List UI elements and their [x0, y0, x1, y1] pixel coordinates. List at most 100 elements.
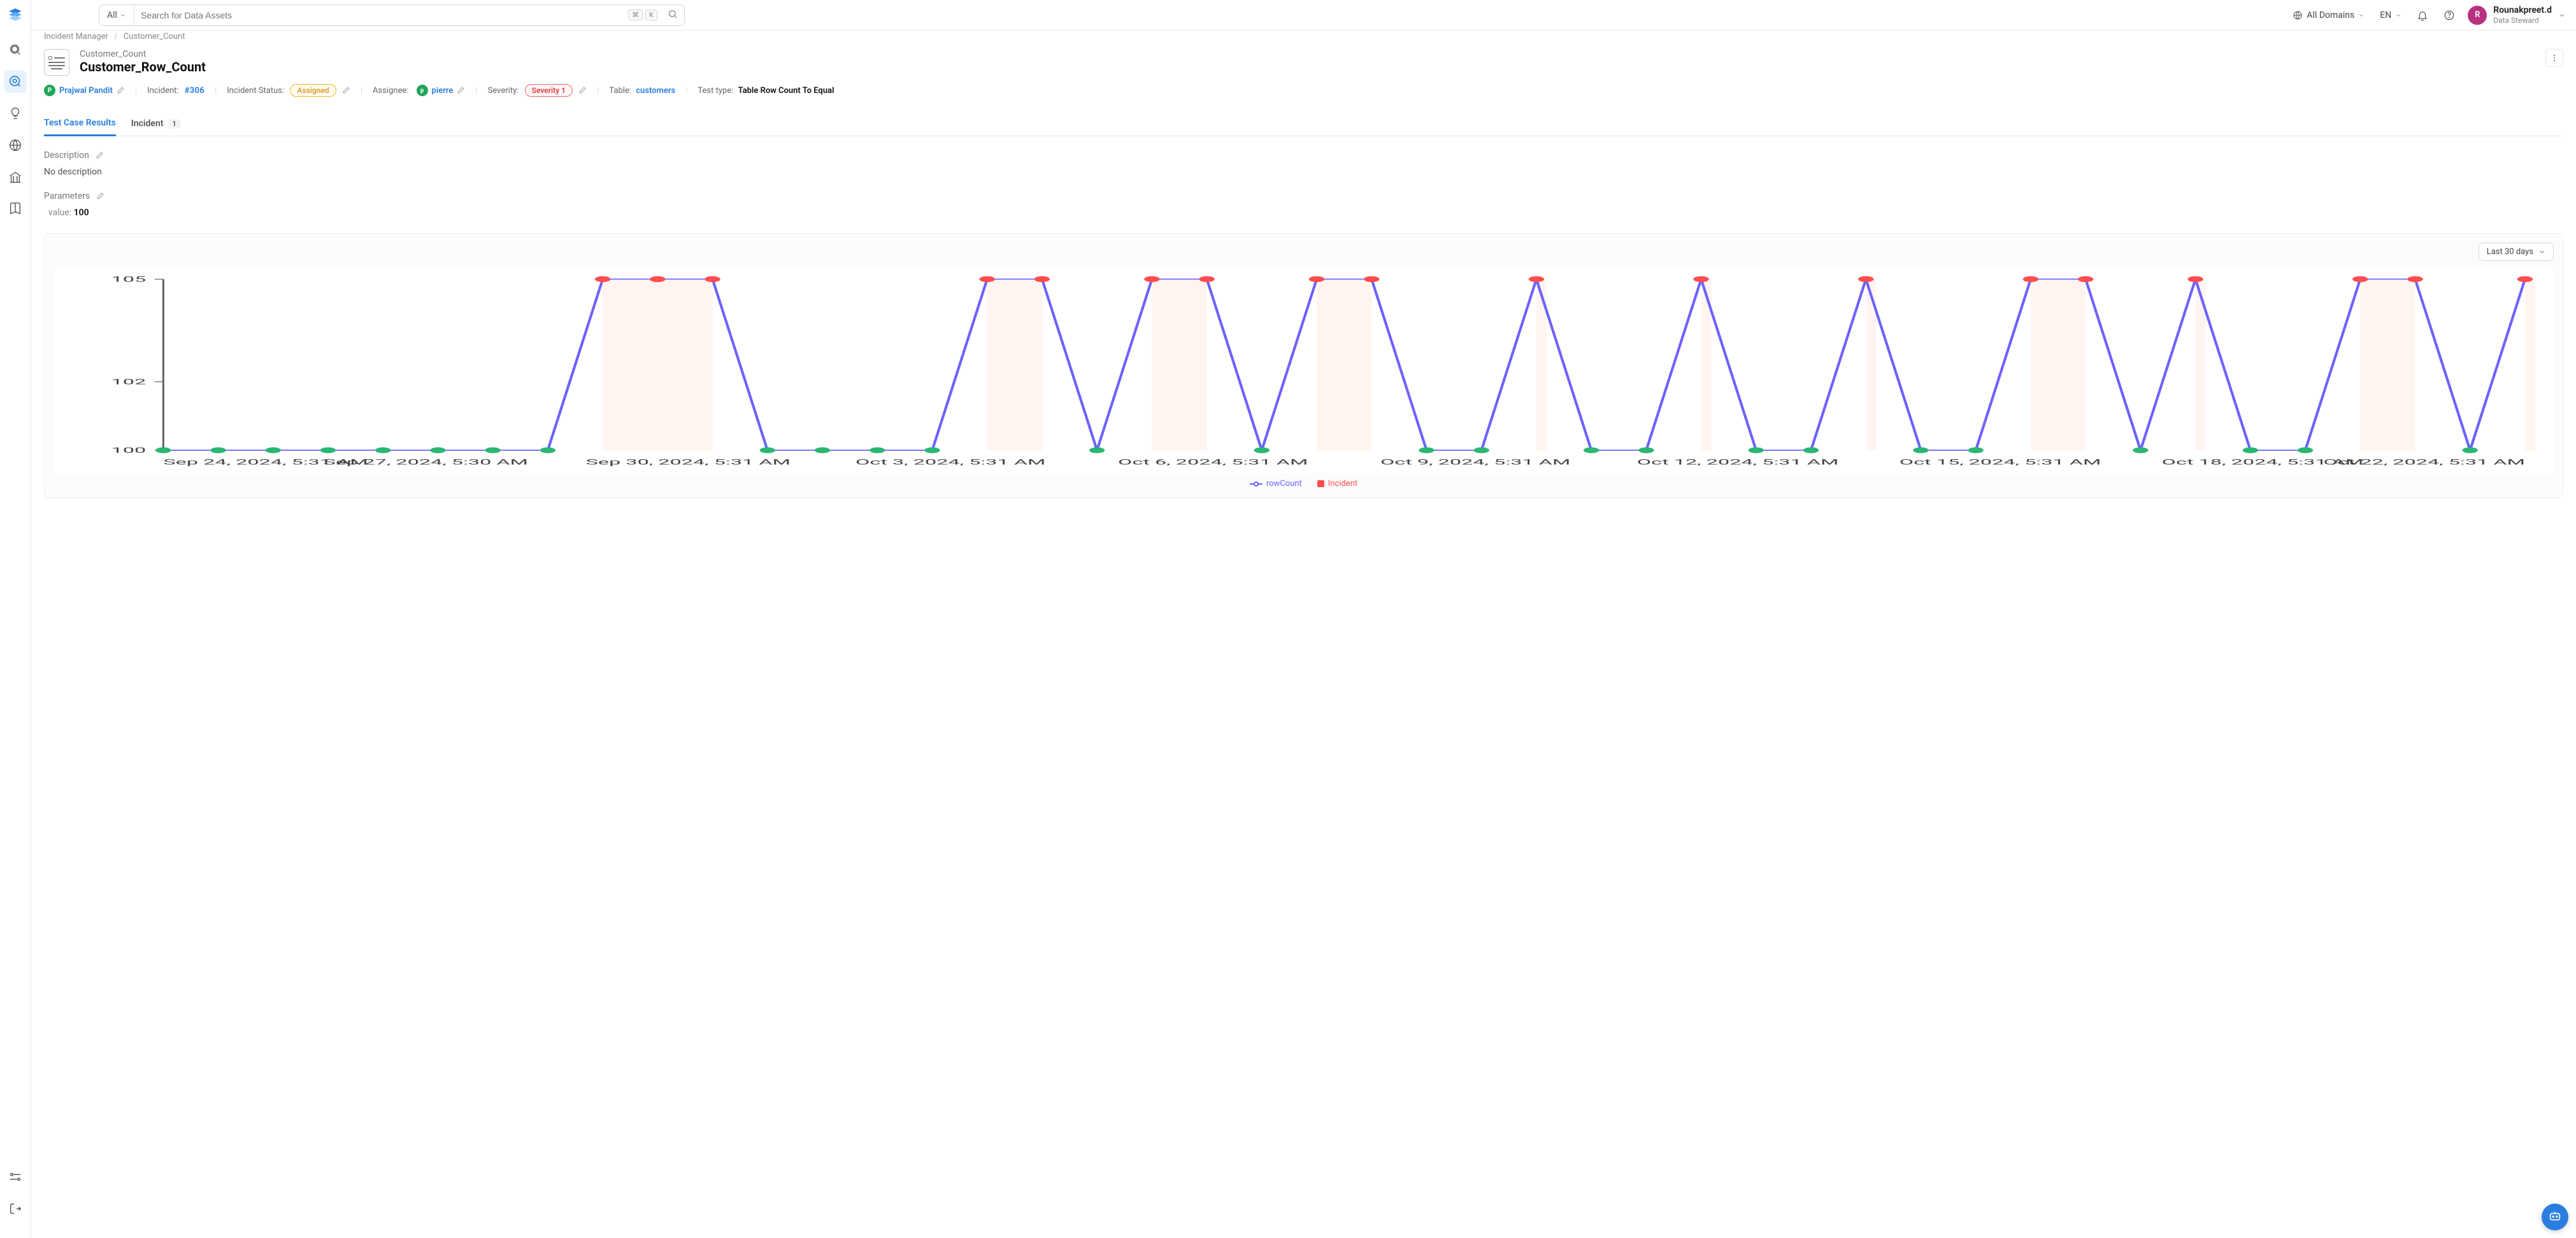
assignee-avatar: p [417, 85, 428, 96]
assignee-label: Assignee: [373, 86, 408, 96]
table-label: Table: [609, 86, 631, 96]
chevron-down-icon [120, 12, 126, 18]
chevron-down-icon [2538, 248, 2545, 255]
svg-text:Oct 22, 2024, 5:31 AM: Oct 22, 2024, 5:31 AM [2323, 458, 2525, 467]
language-selector[interactable]: EN [2377, 6, 2404, 24]
user-menu[interactable]: R Rounakpreet.d Data Steward [2468, 5, 2566, 25]
chevron-down-icon [2358, 12, 2365, 18]
incident-tab-count: 1 [168, 119, 180, 129]
parameters-header: Parameters [44, 191, 2563, 201]
incident-status-badge: Assigned [290, 84, 336, 97]
testtype-label: Test type: [698, 86, 733, 96]
pencil-icon [578, 86, 587, 94]
entity-type-icon [44, 49, 69, 76]
description-header: Description [44, 150, 2563, 160]
nav-glossary-icon[interactable] [4, 197, 27, 220]
app-logo[interactable] [7, 6, 24, 25]
pencil-icon [96, 151, 104, 159]
pencil-icon [96, 192, 104, 200]
domain-selector[interactable]: All Domains [2290, 6, 2367, 24]
search-scope-dropdown[interactable]: All [99, 5, 134, 25]
page-title: Customer_Row_Count [80, 59, 206, 75]
nav-logout-icon[interactable] [4, 1197, 27, 1220]
svg-text:Oct 3, 2024, 5:31 AM: Oct 3, 2024, 5:31 AM [855, 458, 1045, 467]
svg-text:105: 105 [111, 274, 147, 284]
nav-domain-icon[interactable] [4, 134, 27, 157]
svg-text:100: 100 [111, 446, 147, 455]
bell-icon [2417, 10, 2428, 21]
nav-insights-icon[interactable] [4, 102, 27, 125]
time-range-label: Last 30 days [2487, 247, 2533, 257]
chart-panel: Last 30 days 100102105Sep 24, 2024, 5:31… [44, 233, 2563, 498]
topbar: All ⌘ K All Domains EN [31, 0, 2576, 31]
owner-name[interactable]: Prajwal Pandit [59, 86, 113, 96]
svg-text:Oct 6, 2024, 5:31 AM: Oct 6, 2024, 5:31 AM [1118, 458, 1308, 467]
chevron-down-icon [2395, 12, 2401, 18]
domain-selector-label: All Domains [2307, 10, 2354, 20]
chat-assistant-button[interactable] [2542, 1204, 2568, 1230]
chevron-down-icon [2558, 11, 2566, 19]
parameter-row: value: 100 [44, 208, 2563, 218]
help-icon [2444, 10, 2455, 21]
chat-icon [2548, 1210, 2562, 1224]
incident-label: Incident: [147, 86, 179, 96]
time-range-selector[interactable]: Last 30 days [2479, 243, 2554, 261]
pencil-icon [457, 86, 465, 94]
breadcrumb-item[interactable]: Customer_Count [124, 32, 185, 41]
svg-text:Sep 27, 2024, 5:30 AM: Sep 27, 2024, 5:30 AM [324, 458, 528, 467]
chart-area: 100102105Sep 24, 2024, 5:31 AMSep 27, 20… [54, 266, 2554, 474]
breadcrumb: Incident Manager / Customer_Count [44, 31, 2563, 49]
user-role: Data Steward [2493, 16, 2552, 25]
rowcount-chart: 100102105Sep 24, 2024, 5:31 AMSep 27, 20… [60, 273, 2542, 470]
tabs: Test Case Results Incident 1 [44, 111, 2563, 136]
user-avatar: R [2468, 6, 2487, 25]
search-icon[interactable] [661, 9, 684, 22]
table-link[interactable]: customers [636, 86, 675, 96]
sidebar-nav [0, 0, 31, 1238]
language-label: EN [2380, 10, 2391, 20]
svg-text:Oct 15, 2024, 5:31 AM: Oct 15, 2024, 5:31 AM [1900, 458, 2101, 467]
help-button[interactable] [2441, 6, 2458, 25]
edit-severity-button[interactable] [578, 86, 587, 96]
svg-text:Oct 12, 2024, 5:31 AM: Oct 12, 2024, 5:31 AM [1637, 458, 1839, 467]
search-input[interactable] [134, 5, 628, 25]
nav-governance-icon[interactable] [4, 166, 27, 189]
legend-rowcount-marker [1250, 481, 1263, 487]
tab-incident[interactable]: Incident 1 [131, 111, 180, 136]
global-search: All ⌘ K [99, 4, 685, 26]
assignee-name[interactable]: pierre [432, 86, 454, 96]
testtype-value: Table Row Count To Equal [738, 86, 834, 96]
pencil-icon [117, 86, 125, 94]
incident-status-label: Incident Status: [227, 86, 284, 96]
description-value: No description [44, 167, 2563, 177]
svg-text:Oct 9, 2024, 5:31 AM: Oct 9, 2024, 5:31 AM [1380, 458, 1570, 467]
entity-parent-name: Customer_Count [80, 49, 206, 59]
search-scope-label: All [107, 10, 117, 20]
edit-owner-button[interactable] [117, 86, 125, 96]
legend-rowcount-label[interactable]: rowCount [1266, 479, 1302, 488]
chart-legend: rowCount Incident [54, 479, 2554, 488]
notifications-button[interactable] [2414, 6, 2431, 25]
pencil-icon [342, 86, 350, 94]
nav-data-quality-icon[interactable] [4, 70, 27, 93]
severity-label: Severity: [488, 86, 519, 96]
nav-explore-icon[interactable] [4, 38, 27, 61]
tab-results[interactable]: Test Case Results [44, 111, 116, 136]
more-actions-button[interactable] [2545, 49, 2563, 67]
incident-number-link[interactable]: #306 [185, 86, 204, 96]
owner-avatar: P [44, 85, 55, 96]
breadcrumb-item[interactable]: Incident Manager [44, 32, 108, 41]
more-vertical-icon [2550, 53, 2559, 62]
svg-text:Sep 30, 2024, 5:31 AM: Sep 30, 2024, 5:31 AM [586, 458, 791, 467]
edit-assignee-button[interactable] [457, 86, 465, 96]
svg-text:102: 102 [111, 378, 147, 387]
edit-description-button[interactable] [96, 150, 104, 160]
nav-settings-icon[interactable] [4, 1165, 27, 1188]
legend-incident-label[interactable]: Incident [1328, 479, 1357, 488]
severity-badge: Severity 1 [525, 84, 573, 97]
edit-status-button[interactable] [342, 86, 350, 96]
edit-parameters-button[interactable] [96, 191, 104, 201]
globe-icon [2293, 10, 2303, 20]
search-shortcut-hint: ⌘ K [628, 10, 661, 20]
user-name: Rounakpreet.d [2493, 5, 2552, 16]
